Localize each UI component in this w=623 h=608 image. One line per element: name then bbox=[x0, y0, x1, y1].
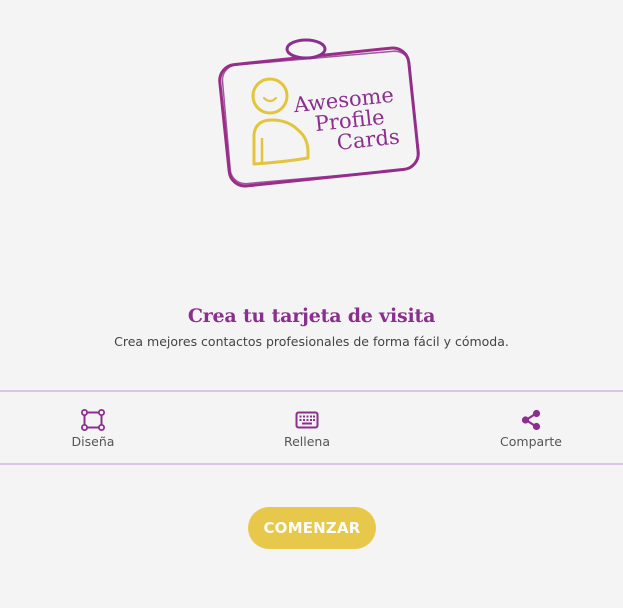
step-label-design: Diseña bbox=[71, 434, 115, 449]
badge-person-icon: Awesome Profile Cards bbox=[218, 38, 420, 188]
step-label-share: Comparte bbox=[500, 434, 562, 449]
step-label-fill: Rellena bbox=[283, 434, 331, 449]
start-button[interactable]: COMENZAR bbox=[248, 507, 376, 549]
logo-text-line3: Cards bbox=[336, 124, 401, 154]
app-logo: Awesome Profile Cards bbox=[214, 34, 424, 190]
step-share: Comparte bbox=[471, 392, 591, 463]
step-fill: Rellena bbox=[247, 392, 367, 463]
page-subtitle: Crea mejores contactos profesionales de … bbox=[114, 334, 509, 349]
keyboard-icon bbox=[295, 411, 319, 429]
page-title: Crea tu tarjeta de visita bbox=[187, 305, 436, 327]
share-icon bbox=[521, 409, 541, 431]
step-design: Diseña bbox=[33, 392, 153, 463]
design-frame-icon bbox=[81, 409, 105, 431]
steps-strip: Diseña Rellena Comparte bbox=[0, 390, 623, 465]
